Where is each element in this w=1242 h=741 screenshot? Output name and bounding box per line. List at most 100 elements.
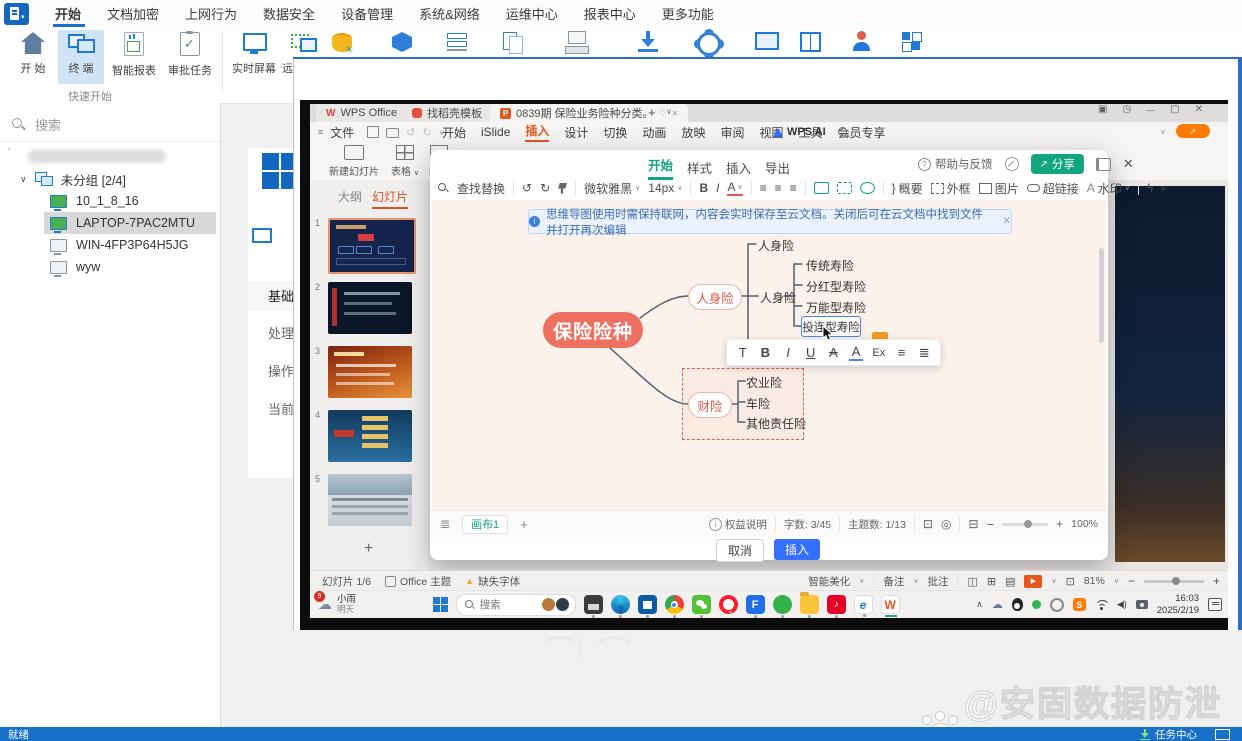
canvas-tab[interactable]: 画布1 [462, 514, 509, 534]
rights-link[interactable]: 权益说明 [725, 517, 767, 532]
numbered-list-icon[interactable]: ≣ [917, 345, 931, 361]
dialog-close-icon[interactable]: ✕ [1123, 156, 1134, 172]
dialog-share-button[interactable]: ↗ 分享 [1030, 154, 1084, 174]
taskbar-app-wps-active[interactable]: W [880, 595, 900, 617]
document-transfer-icon[interactable] [503, 32, 523, 54]
host-tab-more[interactable]: 更多功能 [662, 4, 714, 23]
menu-insert-active[interactable]: 插入 [525, 122, 550, 142]
search-input[interactable]: 搜索 [0, 108, 220, 142]
laser-icon[interactable]: ϟ [1147, 181, 1153, 195]
database-icon[interactable]: ✳ [332, 33, 353, 56]
sorter-view-icon[interactable]: ⊞ [987, 575, 996, 588]
align-right-icon[interactable]: ≡ [790, 181, 797, 195]
wps-file-menu[interactable]: 文件 [330, 124, 354, 141]
dialog-tab-export[interactable]: 导出 [765, 158, 790, 177]
popout-window-icon[interactable] [1095, 157, 1111, 171]
monitor-white-icon[interactable] [1215, 728, 1230, 740]
server-icon[interactable] [447, 33, 467, 52]
tab-list-chevron-icon[interactable]: ∨ [666, 107, 672, 116]
zoom-in-button[interactable]: + [1213, 574, 1220, 588]
notification-center-icon[interactable] [1208, 598, 1223, 611]
normal-view-icon[interactable]: ◫ [967, 575, 977, 588]
mindmap-leaf-node[interactable]: 农业险 [746, 374, 782, 391]
formula-icon[interactable]: Ex [872, 347, 886, 359]
zoom-out-button[interactable]: − [987, 517, 995, 532]
slideshow-button[interactable]: ▶ [1024, 574, 1043, 588]
align-left-icon[interactable]: ≡ [760, 181, 767, 195]
bold-icon[interactable]: B [699, 181, 708, 195]
host-tab-start[interactable]: 开始 [55, 4, 81, 23]
bold-icon[interactable]: B [758, 345, 772, 360]
slide-thumbnail[interactable] [328, 474, 412, 526]
minimap-icon[interactable]: ⊟ [968, 517, 978, 531]
bullet-list-icon[interactable]: ≡ [895, 345, 909, 360]
zoom-slider[interactable] [1143, 576, 1204, 585]
slide-thumbnail[interactable] [328, 410, 412, 462]
tray-clock[interactable]: 16:03 [1175, 593, 1199, 605]
dialog-tab-style[interactable]: 样式 [687, 158, 712, 177]
table-button[interactable]: 表格 ∨ [388, 145, 422, 178]
insert-relation-icon[interactable] [859, 182, 875, 194]
insert-topic-icon[interactable] [813, 182, 829, 194]
mindmap-branch-node[interactable]: 人身险 [688, 284, 742, 310]
reading-view-icon[interactable]: ▤ [1005, 575, 1015, 588]
tray-qq-icon[interactable] [1011, 598, 1023, 611]
menu-design[interactable]: 设计 [564, 124, 588, 141]
redo-icon[interactable]: ↻ [540, 181, 550, 195]
person-icon[interactable] [852, 31, 872, 53]
mindmap-branch-node[interactable]: 财险 [688, 392, 732, 418]
font-color-icon[interactable]: A ∨ [727, 180, 743, 196]
tray-wifi-icon[interactable] [1094, 600, 1110, 610]
docer-template-tab[interactable]: 找稻壳模板 [402, 104, 492, 122]
tray-capture-icon[interactable] [1135, 600, 1148, 609]
task-center-button[interactable]: 任务中心 [1155, 727, 1197, 741]
layout-switch-icon[interactable]: ▣ [1098, 104, 1107, 115]
strikethrough-icon[interactable]: A [826, 345, 840, 360]
insert-button[interactable]: 插入 [774, 539, 820, 560]
host-smart-report-button[interactable]: 智能报表 [108, 32, 160, 78]
workstation-icon[interactable] [565, 31, 589, 54]
collapse-ribbon-icon[interactable]: ∨ [1160, 127, 1166, 136]
italic-icon[interactable]: I [716, 181, 719, 195]
menu-slideshow[interactable]: 放映 [681, 124, 705, 141]
host-tab-ops-center[interactable]: 运维中心 [506, 4, 558, 23]
help-feedback-button[interactable]: 帮助与反馈 [935, 156, 993, 172]
mindmap-leaf-node[interactable]: 传统寿险 [806, 257, 854, 274]
outline-tab[interactable]: 大纲 [338, 188, 362, 205]
app-logo-icon[interactable]: ▾ [4, 3, 29, 25]
taskbar-app-ie[interactable]: e [853, 595, 873, 617]
notes-chevron-icon[interactable]: ∨ [913, 577, 918, 585]
mindmap-child-node[interactable]: 人身险 [758, 237, 794, 254]
taskbar-app-music[interactable]: ♪ [826, 595, 846, 618]
notes-button[interactable]: 备注 [883, 574, 904, 589]
chevron-down-icon[interactable]: ∨ [20, 174, 27, 185]
tree-group-unassigned[interactable]: ∨ 未分组 [2/4] [0, 168, 220, 190]
slide-thumbnail[interactable] [328, 346, 412, 398]
host-tab-system-network[interactable]: 系统&网络 [419, 4, 480, 23]
host-approval-button[interactable]: ✓ 审批任务 [164, 31, 216, 78]
zoom-slider-knob[interactable] [1171, 576, 1180, 585]
hyperlink-button[interactable]: 超链接 [1043, 180, 1079, 197]
do-not-disturb-icon[interactable] [1004, 157, 1019, 171]
tree-item-computer[interactable]: wyw [0, 256, 220, 278]
canvas-layers-icon[interactable]: ≣ [440, 517, 450, 531]
slides-tab-active[interactable]: 幻灯片 [372, 188, 409, 209]
align-center-icon[interactable]: ≡ [775, 181, 782, 195]
tab-close-icon[interactable]: ✕ [672, 109, 679, 118]
mindmap-child-node[interactable]: 人身险 [760, 289, 796, 306]
fullscreen-icon[interactable]: ⊡ [1066, 575, 1075, 588]
host-live-screen-button[interactable]: 实时屏幕 [228, 32, 280, 76]
insert-subtopic-icon[interactable] [836, 182, 852, 194]
frame-button[interactable]: 外框 [947, 180, 971, 197]
tray-sogou-icon[interactable]: S [1072, 598, 1086, 611]
mindmap-root-node[interactable]: 保险险种 [543, 312, 643, 348]
theme-name[interactable]: Office 主题 [400, 574, 451, 589]
wps-home-tab[interactable]: W WPS Office [316, 104, 408, 122]
skin-icon[interactable]: ◷ [1122, 104, 1131, 115]
monitor-blue-icon[interactable] [755, 32, 779, 50]
zoom-slider[interactable] [1002, 519, 1049, 528]
menu-animation[interactable]: 动画 [642, 124, 666, 141]
slide-thumbnail[interactable] [328, 218, 416, 274]
slideshow-chevron-icon[interactable]: ∨ [1051, 577, 1056, 585]
locate-center-icon[interactable]: ◎ [941, 517, 951, 531]
